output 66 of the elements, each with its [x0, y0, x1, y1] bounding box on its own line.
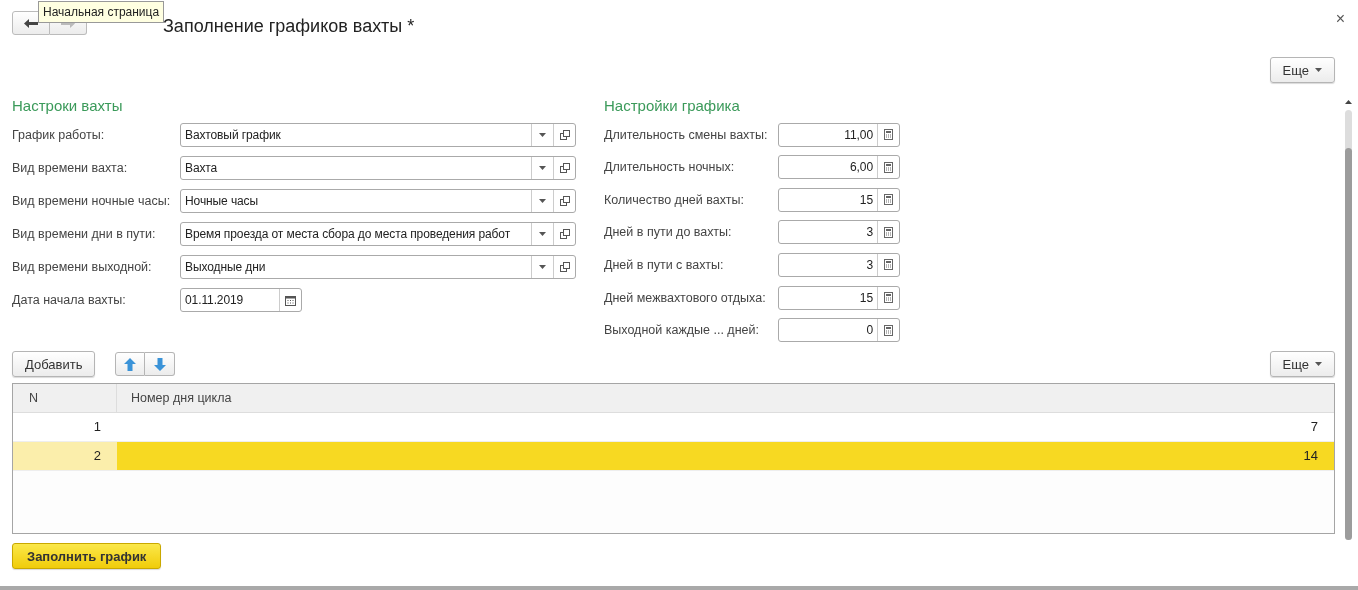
back-arrow-icon [24, 18, 38, 28]
field-label: Вид времени дни в пути: [12, 227, 157, 241]
caret-icon [1315, 68, 1322, 72]
table-cell[interactable]: 2 [13, 442, 117, 470]
open-icon [559, 196, 570, 206]
number-field[interactable]: 3 [778, 220, 900, 245]
calendar-icon [285, 294, 296, 306]
field-label: График работы: [12, 128, 106, 142]
field-label: Дней в пути с вахты: [604, 258, 725, 272]
calculator-icon [884, 259, 893, 271]
caret-icon [539, 199, 546, 203]
select-field[interactable]: Ночные часы [180, 189, 576, 213]
more-button[interactable]: Еще [1269, 351, 1335, 377]
field-label: Длительность ночных: [604, 160, 736, 175]
caret-icon [539, 265, 546, 269]
add-button[interactable]: Добавить [12, 351, 96, 377]
number-field[interactable]: 11,00 [778, 122, 900, 147]
calculator-icon [884, 292, 893, 304]
number-field[interactable]: 6,00 [778, 155, 900, 180]
scrollbar[interactable] [1344, 110, 1352, 540]
calculator-icon [884, 226, 893, 238]
field-label: Дата начала вахты: [12, 293, 127, 307]
field-label: Количество дней вахты: [604, 192, 745, 207]
move-up-button[interactable] [115, 352, 146, 376]
caret-icon [539, 166, 546, 170]
field-label: Вид времени вахта: [12, 161, 129, 175]
caret-icon [1315, 362, 1322, 366]
date-field[interactable]: 01.11.2019 [180, 288, 302, 312]
caret-icon [539, 133, 546, 137]
caret-icon [539, 232, 546, 236]
select-field[interactable]: Время проезда от места сбора до места проведения работ [180, 222, 576, 246]
column-header: N [13, 384, 117, 412]
field-label: Вид времени выходной: [12, 260, 153, 274]
calculator-icon [884, 324, 893, 336]
scroll-up-icon[interactable] [1344, 100, 1352, 104]
number-field[interactable]: 3 [778, 253, 900, 277]
calculator-icon [884, 161, 893, 173]
calculator-icon [884, 194, 893, 206]
open-icon [559, 163, 570, 173]
window-title: Заполнение графиков вахты * [163, 15, 415, 37]
section-title: Настроки вахты [12, 97, 124, 116]
move-down-button[interactable] [145, 352, 176, 376]
number-field[interactable]: 15 [778, 187, 900, 212]
column-header: Номер дня цикла [130, 390, 233, 407]
calculator-icon [884, 129, 893, 141]
table-cell[interactable]: 14 [117, 442, 1334, 470]
open-icon [559, 229, 570, 239]
up-arrow-icon [124, 357, 137, 371]
number-field[interactable]: 15 [778, 285, 900, 310]
select-field[interactable]: Выходные дни [180, 255, 576, 279]
open-icon [559, 262, 570, 272]
tooltip: Начальная страница [38, 1, 165, 23]
field-label: Вид времени ночные часы: [12, 194, 172, 208]
field-label: Дней в пути до вахты: [604, 225, 733, 240]
field-label: Выходной каждые ... дней: [604, 323, 760, 338]
field-label: Длительность смены вахты: [604, 127, 769, 142]
select-field[interactable]: Вахта [180, 156, 576, 180]
select-field[interactable]: Вахтовый график [180, 123, 576, 147]
field-label: Дней межвахтового отдыха: [604, 290, 767, 305]
open-icon [559, 130, 570, 140]
down-arrow-icon [153, 357, 166, 371]
number-field[interactable]: 0 [778, 318, 900, 343]
fill-schedule-button[interactable]: Заполнить график [12, 543, 162, 569]
section-title: Настройки графика [604, 97, 741, 116]
close-button[interactable]: × [1335, 10, 1345, 28]
more-button[interactable]: Еще [1269, 57, 1335, 83]
